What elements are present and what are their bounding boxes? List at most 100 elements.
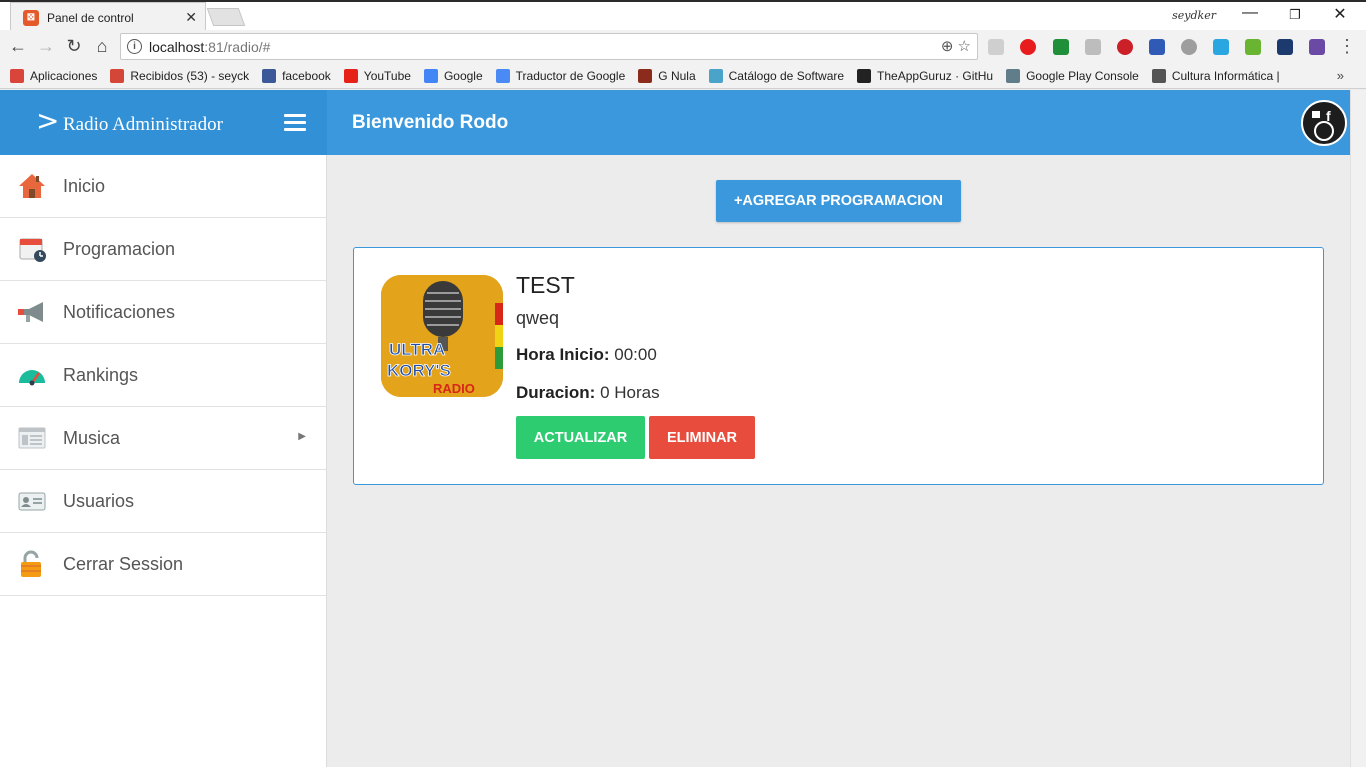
window-close-icon[interactable]: ✕ [1330, 4, 1350, 24]
bookmark-item[interactable]: YouTube [343, 69, 411, 83]
bookmarks-bar: Aplicaciones Recibidos (53) - seyck facebo… [0, 64, 1366, 89]
radio-logo: ULTRA KORY'S RADIO [381, 275, 503, 397]
google-icon [423, 69, 438, 83]
bookmark-item[interactable]: Google Play Console [1006, 69, 1139, 83]
hamburger-menu-icon[interactable] [284, 114, 306, 131]
delete-button[interactable]: ELIMINAR [649, 416, 755, 459]
sidebar-item-inicio[interactable]: Inicio [0, 155, 326, 218]
browser-tabstrip: ⊠ Panel de control ✕ seydker — ❐ ✕ [0, 0, 1366, 32]
sidebar-item-label: Rankings [63, 364, 139, 385]
brand-title[interactable]: Radio Administrador [63, 114, 223, 136]
site-info-icon[interactable]: i [127, 39, 142, 54]
svg-text:KORY'S: KORY'S [387, 361, 451, 380]
sidebar-item-cerrar-session[interactable]: Cerrar Session [0, 533, 326, 596]
bookmark-label: Aplicaciones [30, 69, 98, 83]
brand-chevron: > [36, 104, 60, 137]
duration-label: Duracion: [516, 383, 596, 402]
program-duration-row: Duracion: 0 Horas [516, 383, 660, 403]
main-content: +AGREGAR PROGRAMACION ULTRA KORY'S RADIO… [327, 155, 1350, 767]
home-icon [17, 172, 47, 200]
sidebar-item-label: Musica [63, 427, 121, 448]
browser-menu-icon[interactable]: ⋮ [1338, 36, 1356, 57]
sidebar-item-usuarios[interactable]: Usuarios [0, 470, 326, 533]
duration-value: 0 Horas [600, 383, 660, 402]
reload-icon[interactable]: ↻ [64, 36, 84, 57]
home-browser-icon[interactable]: ⌂ [92, 36, 112, 57]
apps-grid-icon [10, 69, 24, 83]
browser-toolbar: ← → ↻ ⌂ i localhost :81/radio/# ⊕ ☆ ⋮ [0, 30, 1366, 64]
bookmark-item[interactable]: Catálogo de Software [708, 69, 844, 83]
minimize-icon[interactable]: — [1240, 4, 1260, 22]
sidebar-item-rankings[interactable]: Rankings [0, 344, 326, 407]
bookmark-ext-icon[interactable] [1149, 39, 1165, 55]
bookmark-item[interactable]: Google [423, 69, 483, 83]
bookmark-item[interactable]: facebook [262, 69, 331, 83]
padlock-icon [17, 550, 47, 578]
sidebar-item-notificaciones[interactable]: Notificaciones [0, 281, 326, 344]
sidebar-item-musica[interactable]: Musica ▶ [0, 407, 326, 470]
bookmark-label: Google [443, 69, 483, 83]
page-scrollbar[interactable] [1350, 90, 1366, 767]
facebook-icon [262, 69, 277, 83]
bookmark-label: YouTube [363, 69, 411, 83]
bookmark-label: Cultura Informática | [1171, 69, 1280, 83]
sidebar-item-label: Cerrar Session [63, 553, 184, 574]
profile-name[interactable]: seydker [1172, 9, 1216, 22]
youtube-icon [343, 69, 358, 83]
new-tab-button[interactable] [206, 8, 246, 26]
back-icon[interactable]: ← [8, 36, 28, 57]
catalog-icon [708, 69, 723, 83]
pinterest-icon[interactable] [1117, 39, 1133, 55]
extension-icon[interactable] [1213, 39, 1229, 55]
extension-icon[interactable] [1053, 39, 1069, 55]
extension-icon[interactable] [1277, 39, 1293, 55]
sidebar-item-label: Inicio [63, 175, 106, 196]
add-programacion-button[interactable]: +AGREGAR PROGRAMACION [716, 180, 961, 222]
bookmark-item[interactable]: Aplicaciones [10, 69, 97, 83]
bookmarks-overflow-icon[interactable]: » [1337, 68, 1344, 83]
bookmark-label: Traductor de Google [515, 69, 626, 83]
extension-icon[interactable] [988, 39, 1004, 55]
submenu-arrow-icon: ▶ [298, 431, 306, 442]
list-icon [17, 424, 47, 452]
gmail-icon [110, 69, 125, 83]
url-path: :81/radio/# [204, 38, 271, 55]
forward-icon[interactable]: → [36, 36, 56, 57]
svg-text:ULTRA: ULTRA [389, 340, 445, 359]
program-card: ULTRA KORY'S RADIO TEST qweq Hora Inicio… [353, 247, 1324, 485]
bookmark-item[interactable]: G Nula [638, 69, 696, 83]
url-host: localhost [149, 38, 205, 55]
zoom-and-bookmark-icons[interactable]: ⊕ ☆ [941, 37, 971, 55]
download-ext-icon[interactable] [1245, 39, 1261, 55]
page: > Radio Administrador Bienvenido Rodo f … [0, 90, 1350, 767]
bookmark-label: Google Play Console [1026, 69, 1139, 83]
avatar[interactable]: f [1301, 100, 1347, 146]
sidebar-item-label: Programacion [63, 238, 176, 259]
opera-icon[interactable] [1020, 39, 1036, 55]
close-tab-icon[interactable]: ✕ [185, 9, 197, 26]
github-icon [857, 69, 872, 83]
xampp-favicon-icon: ⊠ [23, 9, 39, 26]
restore-icon[interactable]: ❐ [1285, 7, 1305, 23]
microphone-logo-icon: ULTRA KORY'S RADIO [381, 275, 503, 397]
bookmark-item[interactable]: Cultura Informática | [1151, 69, 1280, 83]
extension-icon[interactable] [1085, 39, 1101, 55]
megaphone-icon [17, 298, 47, 326]
browser-tab[interactable]: ⊠ Panel de control ✕ [10, 2, 206, 32]
svg-text:RADIO: RADIO [433, 381, 475, 396]
update-button[interactable]: ACTUALIZAR [516, 416, 645, 459]
sidebar-item-programacion[interactable]: Programacion [0, 218, 326, 281]
program-description: qweq [516, 308, 560, 328]
translate-icon [495, 69, 510, 83]
extension-icon[interactable] [1309, 39, 1325, 55]
extension-icon[interactable] [1181, 39, 1197, 55]
address-bar[interactable]: i localhost :81/radio/# ⊕ ☆ [120, 33, 978, 60]
svg-text:f: f [1326, 108, 1331, 124]
brand-area: > Radio Administrador [0, 90, 327, 155]
bookmark-item[interactable]: TheAppGuruz · GitHu [857, 69, 993, 83]
bookmark-item[interactable]: Traductor de Google [495, 69, 626, 83]
welcome-text: Bienvenido Rodo [352, 112, 509, 133]
cultura-icon [1151, 69, 1166, 83]
bookmark-item[interactable]: Recibidos (53) - seyck [110, 69, 249, 83]
tab-title: Panel de control [47, 10, 134, 25]
